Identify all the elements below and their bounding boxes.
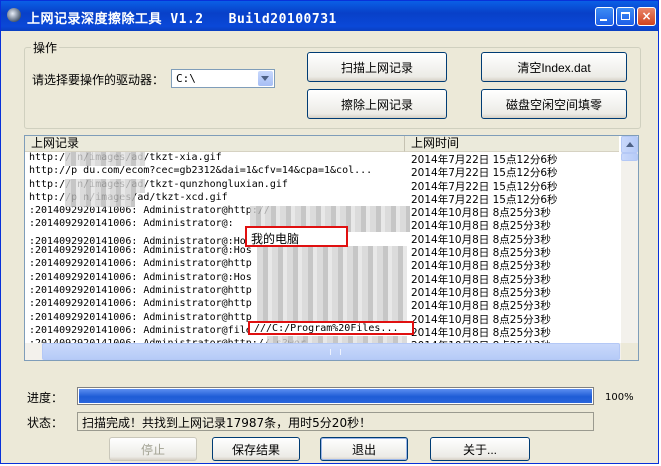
redacted-area [65,179,145,193]
clear-index-dat-button[interactable]: 清空Index.dat [481,52,627,82]
minimize-icon [600,19,607,21]
operations-group-label: 操作 [31,39,60,56]
grip-icon [330,349,341,355]
drive-select[interactable]: C:\ [171,69,275,88]
status-label: 状态： [27,416,64,430]
table-row[interactable]: http://p du.com/ecom?cec=gb2312&dai=1&cf… [25,165,619,179]
vertical-scroll-thumb[interactable] [621,153,638,161]
save-results-button[interactable]: 保存结果 [212,437,300,461]
scroll-up-button[interactable] [621,136,638,153]
erase-records-button[interactable]: 擦除上网记录 [307,89,447,119]
scan-records-button[interactable]: 扫描上网记录 [307,52,447,82]
column-header-time[interactable]: 上网时间 [405,136,619,152]
redacted-area [257,246,407,326]
horizontal-scrollbar[interactable] [25,343,621,360]
drive-select-value: C:\ [176,72,196,85]
drive-label: 请选择要操作的驱动器： [32,73,165,87]
records-list[interactable]: 上网记录 上网时间 http:// n/images/ad/tkzt-xia.g… [24,135,639,361]
maximize-icon [621,12,630,20]
highlight-host-box: 我的电脑 [245,226,348,247]
status-field: 扫描完成！共找到上网记录17987条，用时5分20秒！ [77,412,594,431]
drive-select-dropdown-button[interactable] [258,71,273,86]
progress-label: 进度： [27,391,64,405]
stop-button[interactable]: 停止 [109,437,197,461]
exit-button[interactable]: 退出 [320,437,408,461]
progress-percent: 100% [605,392,634,403]
chevron-up-icon [626,142,634,147]
maximize-button[interactable] [616,7,635,26]
scrollbar-corner [621,343,638,360]
window-title: 上网记录深度擦除工具 V1.2 Build20100731 [27,12,337,27]
app-icon[interactable] [7,8,21,22]
progress-bar [77,387,594,405]
about-button[interactable]: 关于... [430,437,530,461]
redacted-area [65,193,135,207]
status-text: 扫描完成！共找到上网记录17987条，用时5分20秒！ [82,416,372,430]
minimize-button[interactable] [595,7,614,26]
chevron-down-icon [261,76,269,81]
horizontal-scroll-thumb[interactable] [42,343,620,360]
record-url: http://p du.com/ecom?cec=gb2312&dai=1&cf… [29,165,373,177]
column-header-records[interactable]: 上网记录 [25,136,405,152]
wipe-free-space-button[interactable]: 磁盘空闲空间填零 [481,89,627,119]
progress-bar-fill [79,389,592,403]
close-button[interactable]: × [637,7,656,26]
highlight-file-box: ///C:/Program%20Files... [248,321,414,335]
vertical-scrollbar[interactable] [621,136,638,360]
redacted-area [65,152,145,166]
title-bar[interactable]: 上网记录深度擦除工具 V1.2 Build20100731 × [1,1,658,31]
close-icon: × [641,9,652,23]
